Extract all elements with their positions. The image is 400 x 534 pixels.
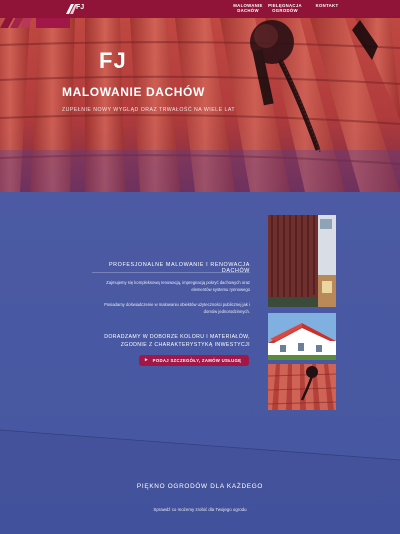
hero-subtitle: ZUPEŁNIE NOWY WYGLĄD ORAZ TRWAŁOŚĆ NA WI… xyxy=(62,107,236,113)
garden-section-title: PIĘKNO OGRODÓW DLA KAŻDEGO xyxy=(136,483,264,490)
order-service-label: PODAJ SZCZEGÓŁY, ZAMÓW USŁUGĘ xyxy=(152,358,242,363)
house-roof-photo xyxy=(268,313,336,360)
top-navigation-bar: FJ MALOWANIE DACHÓW PIELĘGNACJA OGRODÓW … xyxy=(0,0,400,18)
logo-text: FJ xyxy=(99,48,127,73)
nav-item-malowanie-dachow[interactable]: MALOWANIE DACHÓW xyxy=(229,3,267,13)
nav-item-pielegnacja-ogrodow[interactable]: PIELĘGNACJA OGRODÓW xyxy=(264,3,306,13)
advice-heading: DORADZAMY W DOBORZE KOLORU I MATERIAŁÓW,… xyxy=(104,334,250,348)
red-tiles-sprayer-photo xyxy=(268,364,336,410)
hero-title: MALOWANIE DACHÓW xyxy=(62,85,205,99)
paragraph-renovation: Zajmujemy się kompleksową renowacją, imp… xyxy=(106,280,250,292)
arrow-right-icon: ▸ xyxy=(145,357,148,363)
metal-roof-photo xyxy=(268,215,336,307)
nav-item-kontakt[interactable]: KONTAKT xyxy=(308,3,346,8)
main-nav: MALOWANIE DACHÓW PIELĘGNACJA OGRODÓW KON… xyxy=(0,3,400,18)
paragraph-experience: Posiadamy doświadczenie w malowaniu obie… xyxy=(104,302,250,314)
hero-banner: FJ MALOWANIE DACHÓW ZUPEŁNIE NOWY WYGLĄD… xyxy=(0,0,400,192)
garden-section-subtitle: Sprawdź co możemy zrobić dla Twojego ogr… xyxy=(153,507,247,512)
section-divider xyxy=(92,272,250,273)
order-service-button[interactable]: ▸ PODAJ SZCZEGÓŁY, ZAMÓW USŁUGĘ xyxy=(139,355,249,366)
